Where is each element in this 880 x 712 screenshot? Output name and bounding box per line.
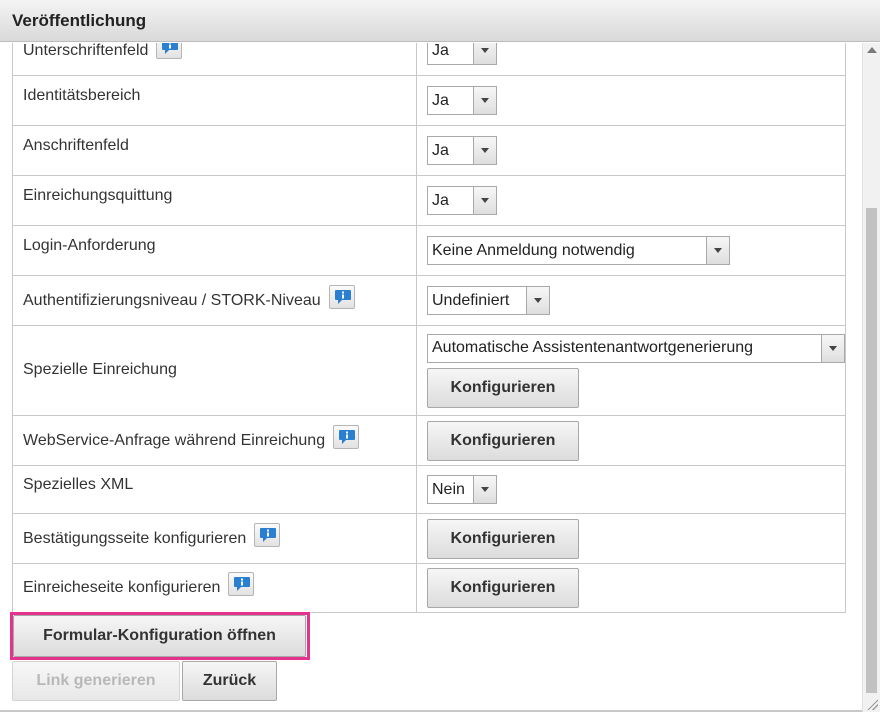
scroll-thumb[interactable]: [866, 208, 877, 693]
control-cell: Undefiniert: [416, 275, 846, 326]
control-cell: Keine Anmeldung notwendig: [416, 225, 846, 276]
row-label-signature: Unterschriftenfeld: [23, 43, 149, 59]
receipt-select[interactable]: Ja: [427, 186, 497, 215]
select-value: Nein: [432, 480, 465, 498]
info-icon[interactable]: [228, 572, 255, 596]
label-cell: Bestätigungsseite konfigurieren: [12, 513, 417, 564]
label-cell: Login-Anforderung: [12, 225, 417, 276]
label-cell: Einreicheseite konfigurieren: [12, 563, 417, 613]
label-cell: Anschriftenfeld: [12, 125, 417, 176]
special-xml-select[interactable]: Nein: [427, 475, 497, 504]
info-icon[interactable]: [328, 284, 355, 309]
table-row: Authentifizierungsniveau / STORK-Niveau …: [12, 275, 846, 326]
chevron-down-icon[interactable]: [526, 287, 549, 314]
control-cell: Ja: [416, 43, 846, 76]
info-icon[interactable]: [333, 424, 360, 449]
row-label-submit-page: Einreicheseite konfigurieren: [23, 579, 221, 596]
control-cell: Ja: [416, 175, 846, 226]
back-button[interactable]: Zurück: [182, 661, 277, 701]
label-cell: Unterschriftenfeld: [12, 43, 417, 76]
control-cell: Konfigurieren: [416, 513, 846, 564]
table-row: Spezielles XML Nein: [12, 465, 846, 514]
table-row: Anschriftenfeld Ja: [12, 125, 846, 176]
signature-select[interactable]: Ja: [427, 43, 497, 65]
scroll-up-arrow-icon[interactable]: [867, 47, 877, 53]
row-label-auth: Authentifizierungsniveau / STORK-Niveau: [23, 291, 321, 309]
info-icon[interactable]: [254, 522, 281, 547]
select-value: Keine Anmeldung notwendig: [432, 241, 635, 259]
label-cell: Authentifizierungsniveau / STORK-Niveau: [12, 275, 417, 326]
configure-button[interactable]: Konfigurieren: [427, 568, 579, 608]
select-value: Ja: [432, 43, 449, 59]
identity-select[interactable]: Ja: [427, 86, 497, 115]
row-label-address: Anschriftenfeld: [23, 137, 129, 155]
label-cell: Spezielles XML: [12, 465, 417, 514]
row-label-special-xml: Spezielles XML: [23, 476, 134, 494]
row-label-login: Login-Anforderung: [23, 237, 156, 255]
label-cell: Identitätsbereich: [12, 75, 417, 126]
row-label-identity: Identitätsbereich: [23, 87, 141, 105]
configure-button[interactable]: Konfigurieren: [427, 518, 579, 559]
label-cell: Einreichungsquittung: [12, 175, 417, 226]
chevron-down-icon[interactable]: [473, 476, 496, 503]
address-select[interactable]: Ja: [427, 136, 497, 165]
resize-grip-icon[interactable]: [866, 698, 878, 710]
control-cell: Konfigurieren: [416, 415, 846, 466]
control-cell: Automatische Assistentenantwortgenerieru…: [416, 325, 846, 416]
chevron-down-icon[interactable]: [473, 87, 496, 114]
chevron-down-icon[interactable]: [706, 237, 729, 264]
label-cell: Spezielle Einreichung: [12, 325, 417, 416]
table-row: Einreicheseite konfigurieren Konfigurier…: [12, 563, 846, 613]
dialog-header: Veröffentlichung: [0, 0, 880, 42]
control-cell: Konfigurieren: [416, 563, 846, 613]
dialog-title: Veröffentlichung: [12, 11, 147, 30]
row-label-confirmation-page: Bestätigungsseite konfigurieren: [23, 529, 247, 547]
chevron-down-icon[interactable]: [821, 334, 844, 362]
configure-button[interactable]: Konfigurieren: [427, 367, 579, 408]
select-value: Ja: [432, 91, 449, 109]
control-cell: Nein: [416, 465, 846, 514]
chevron-down-icon[interactable]: [473, 137, 496, 164]
table-row: Einreichungsquittung Ja: [12, 175, 846, 226]
control-cell: Ja: [416, 75, 846, 126]
generate-link-button[interactable]: Link generieren: [12, 661, 180, 701]
select-value: Undefiniert: [432, 291, 510, 309]
special-submission-select[interactable]: Automatische Assistentenantwortgenerieru…: [427, 333, 845, 363]
control-cell: Ja: [416, 125, 846, 176]
configure-button[interactable]: Konfigurieren: [427, 420, 579, 461]
table-row: WebService-Anfrage während Einreichung K…: [12, 415, 846, 466]
auth-level-select[interactable]: Undefiniert: [427, 286, 550, 315]
open-form-config-button[interactable]: Formular-Konfiguration öffnen: [13, 615, 306, 657]
row-label-special-submission: Spezielle Einreichung: [23, 361, 177, 379]
chevron-down-icon[interactable]: [473, 187, 496, 214]
row-label-webservice: WebService-Anfrage während Einreichung: [23, 431, 326, 449]
select-value: Ja: [432, 141, 449, 159]
row-label-receipt: Einreichungsquittung: [23, 187, 173, 205]
table-row: Identitätsbereich Ja: [12, 75, 846, 126]
table-row: Spezielle Einreichung Automatische Assis…: [12, 325, 846, 416]
chevron-down-icon[interactable]: [473, 43, 496, 64]
info-icon[interactable]: [156, 43, 183, 59]
table-row: Login-Anforderung Keine Anmeldung notwen…: [12, 225, 846, 276]
settings-table: Unterschriftenfeld Ja Identitätsbereich …: [12, 43, 846, 613]
label-cell: WebService-Anfrage während Einreichung: [12, 415, 417, 466]
select-value: Automatische Assistentenantwortgenerieru…: [432, 339, 754, 356]
login-select[interactable]: Keine Anmeldung notwendig: [427, 236, 730, 265]
table-row: Unterschriftenfeld Ja: [12, 43, 846, 76]
select-value: Ja: [432, 191, 449, 209]
table-row: Bestätigungsseite konfigurieren Konfigur…: [12, 513, 846, 564]
vertical-scrollbar[interactable]: [862, 43, 880, 712]
